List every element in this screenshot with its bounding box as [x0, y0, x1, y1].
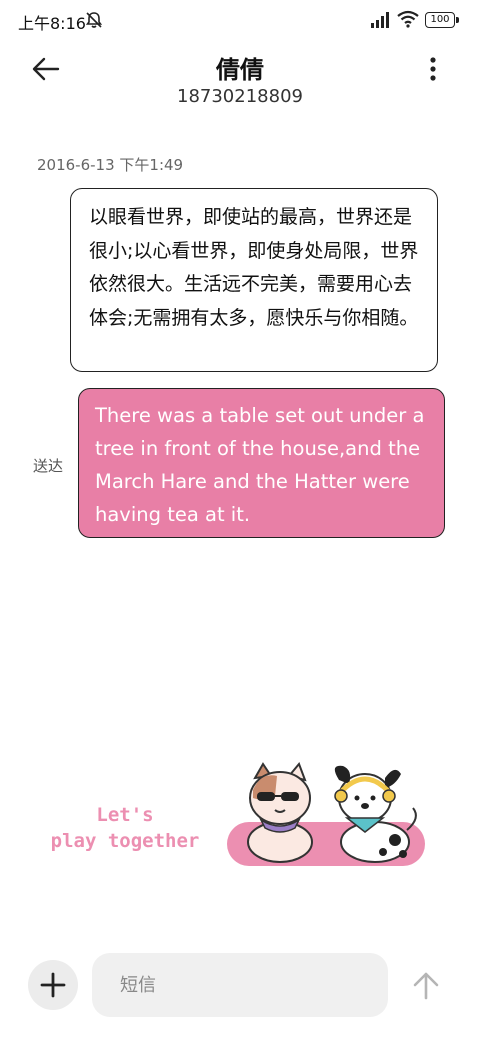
contact-name: 倩倩 — [216, 56, 264, 84]
incoming-message-bubble[interactable]: 以眼看世界，即使站的最高，世界还是很小;以心看世界，即使身处局限，世界依然很大。… — [70, 188, 438, 372]
battery-indicator: 100 — [425, 12, 459, 28]
status-bar: 上午8:16 100 — [0, 0, 480, 40]
contact-number: 18730218809 — [177, 86, 303, 107]
outgoing-message-bubble[interactable]: There was a table set out under a tree i… — [78, 388, 445, 538]
dog-illustration — [334, 765, 417, 863]
plus-icon — [40, 972, 66, 998]
status-time: 上午8:16 — [18, 14, 86, 33]
send-arrow-icon[interactable] — [410, 968, 442, 1002]
delivery-status: 送达 — [33, 457, 64, 475]
sticker-message[interactable]: Let's play together — [40, 760, 440, 880]
sticker-text-line2: play together — [50, 830, 200, 852]
signal-icon — [371, 12, 389, 28]
cat-illustration — [247, 762, 313, 863]
add-attachment-button[interactable] — [28, 960, 78, 1010]
more-vertical-icon[interactable] — [418, 54, 448, 84]
message-input-container[interactable] — [92, 953, 388, 1017]
message-input[interactable] — [92, 953, 388, 1017]
cat-and-dog-sticker-image — [227, 762, 425, 866]
sticker-text-line1: Let's — [96, 804, 154, 826]
wifi-icon — [397, 10, 419, 28]
mute-bell-icon — [85, 12, 103, 28]
message-timestamp: 2016-6-13 下午1:49 — [37, 156, 184, 174]
